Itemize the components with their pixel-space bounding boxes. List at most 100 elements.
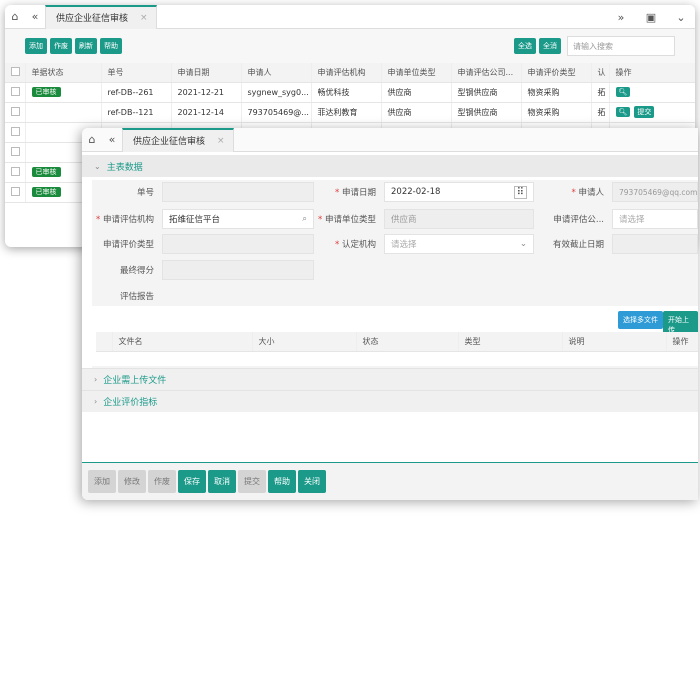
void-button[interactable]: 作废: [50, 38, 72, 54]
double-chevron-right-icon[interactable]: »: [611, 11, 631, 24]
expiry-input[interactable]: [612, 234, 698, 254]
header-checkbox[interactable]: [11, 66, 20, 76]
section-upload-header[interactable]: › 企业需上传文件: [82, 368, 698, 390]
header-checkbox-cell[interactable]: [5, 63, 26, 83]
field-expiry: 有效截止日期: [542, 233, 698, 255]
save-icon[interactable]: ▣: [641, 11, 661, 24]
table-row[interactable]: ref-DB--121 2021-12-14 793705469@... 菲达利…: [5, 102, 695, 123]
agency-value: 拓维征信平台: [169, 215, 221, 225]
eval-type-input[interactable]: [162, 234, 314, 254]
refresh-button[interactable]: 刷新: [75, 38, 97, 54]
column-header[interactable]: 申请评价类型: [521, 63, 592, 83]
company-input[interactable]: 请选择: [612, 209, 698, 229]
submit-row-button[interactable]: 提交: [634, 106, 655, 118]
row-checkbox[interactable]: [11, 106, 20, 116]
help-button[interactable]: 帮助: [268, 470, 296, 493]
status-badge: 已审核: [31, 167, 61, 177]
unit-type-input[interactable]: 供应商: [384, 209, 534, 229]
table-cell: 供应商: [381, 102, 452, 123]
close-icon[interactable]: ×: [140, 13, 148, 23]
front-tab-active[interactable]: 供应企业征信审核 ×: [122, 128, 234, 152]
file-table-header: 文件名 大小 状态 类型 说明 操作: [96, 332, 698, 352]
search-input[interactable]: 请输入搜索: [567, 36, 675, 56]
submit-button[interactable]: 提交: [238, 470, 266, 493]
apply-date-input[interactable]: 2022-02-18 ⠿: [384, 182, 534, 202]
edit-button[interactable]: 修改: [118, 470, 146, 493]
calendar-icon[interactable]: ⠿: [513, 185, 527, 199]
column-header[interactable]: 单号: [101, 63, 172, 83]
chevron-down-icon[interactable]: ⌄: [671, 11, 691, 24]
add-button[interactable]: 添加: [88, 470, 116, 493]
table-cell: ref-DB--121: [101, 102, 172, 123]
back-tab-bar: ⌂ « 供应企业征信审核 × » ▣ ⌄: [5, 5, 695, 29]
chevron-down-icon: ⌄: [94, 161, 101, 171]
help-button[interactable]: 帮助: [100, 38, 122, 54]
double-chevron-left-icon[interactable]: «: [102, 133, 122, 146]
section-index-header[interactable]: › 企业评价指标: [82, 390, 698, 412]
search-icon[interactable]: 🔍︎: [615, 87, 631, 97]
table-row[interactable]: 已审核 ref-DB--261 2021-12-21 sygnew_syg0..…: [5, 82, 695, 103]
actions-cell: 🔍︎: [609, 82, 695, 103]
double-chevron-left-icon[interactable]: «: [25, 10, 45, 23]
deselect-all-button[interactable]: 全消: [539, 38, 561, 54]
column-header[interactable]: 申请评估公司...: [451, 63, 522, 83]
select-files-button[interactable]: 选择多文件: [618, 311, 663, 329]
agency-input[interactable]: 拓维征信平台 ⌕: [162, 209, 314, 229]
search-icon[interactable]: ⌕: [302, 214, 307, 224]
cancel-button[interactable]: 取消: [208, 470, 236, 493]
column-header[interactable]: 申请日期: [171, 63, 242, 83]
section-main-header[interactable]: ⌄ 主表数据: [82, 155, 698, 177]
save-button[interactable]: 保存: [178, 470, 206, 493]
column-header: 状态: [356, 332, 459, 352]
apply-date-value: 2022-02-18: [391, 187, 441, 197]
back-tab-active[interactable]: 供应企业征信审核 ×: [45, 5, 157, 29]
table-cell: 拓: [591, 82, 610, 103]
front-tab-title: 供应企业征信审核: [133, 137, 206, 147]
close-button[interactable]: 关闭: [298, 470, 326, 493]
table-cell: sygnew_syg0...: [241, 82, 312, 103]
table-cell: ref-DB--261: [101, 82, 172, 103]
void-button[interactable]: 作废: [148, 470, 176, 493]
field-label: 申请评估公...: [553, 215, 604, 225]
field-apply-date: * 申请日期 2022-02-18 ⠿: [314, 181, 534, 203]
section-upload-title: 企业需上传文件: [103, 376, 167, 386]
actions-cell: 🔍︎ 提交: [609, 102, 695, 123]
cert-org-select[interactable]: 请选择 ⌄: [384, 234, 534, 254]
column-header[interactable]: 申请单位类型: [381, 63, 452, 83]
field-cert-org: * 认定机构 请选择 ⌄: [314, 233, 534, 255]
front-window: ⌂ « 供应企业征信审核 × ⌄ 主表数据 单号 * 申请日期 2022-02-…: [82, 128, 698, 500]
add-button[interactable]: 添加: [25, 38, 47, 54]
footer-toolbar: 添加 修改 作废 保存 取消 提交 帮助 关闭: [82, 462, 698, 500]
column-header: 文件名: [112, 332, 253, 352]
row-checkbox[interactable]: [11, 186, 20, 196]
row-checkbox[interactable]: [11, 166, 20, 176]
doc-no-input[interactable]: [162, 182, 314, 202]
applicant-input[interactable]: 793705469@qq.com: [612, 182, 698, 202]
column-header[interactable]: 单据状态: [25, 63, 102, 83]
home-icon[interactable]: ⌂: [5, 10, 25, 23]
table-cell: 793705469@...: [241, 102, 312, 123]
select-all-button[interactable]: 全选: [514, 38, 536, 54]
field-label: 最终得分: [119, 266, 154, 276]
column-header: 大小: [252, 332, 357, 352]
close-icon[interactable]: ×: [217, 136, 225, 146]
row-checkbox[interactable]: [11, 126, 20, 136]
row-checkbox[interactable]: [11, 86, 20, 96]
score-input[interactable]: [162, 260, 314, 280]
column-header[interactable]: 申请评估机构: [311, 63, 382, 83]
field-label: 申请评价类型: [102, 240, 154, 250]
search-icon[interactable]: 🔍︎: [615, 107, 631, 117]
section-index-title: 企业评价指标: [103, 398, 158, 408]
column-header[interactable]: 申请人: [241, 63, 312, 83]
row-checkbox[interactable]: [11, 146, 20, 156]
field-label: * 申请日期: [335, 188, 376, 198]
section-main-title: 主表数据: [106, 162, 143, 173]
chevron-down-icon: ⌄: [519, 239, 527, 249]
column-header[interactable]: 认: [591, 63, 610, 83]
table-cell: 物资采购: [521, 102, 592, 123]
field-eval-type: 申请评价类型: [92, 233, 314, 255]
table-cell: 畅优科技: [311, 82, 382, 103]
status-badge: 已审核: [31, 187, 61, 197]
home-icon[interactable]: ⌂: [82, 133, 102, 146]
table-cell: 供应商: [381, 82, 452, 103]
